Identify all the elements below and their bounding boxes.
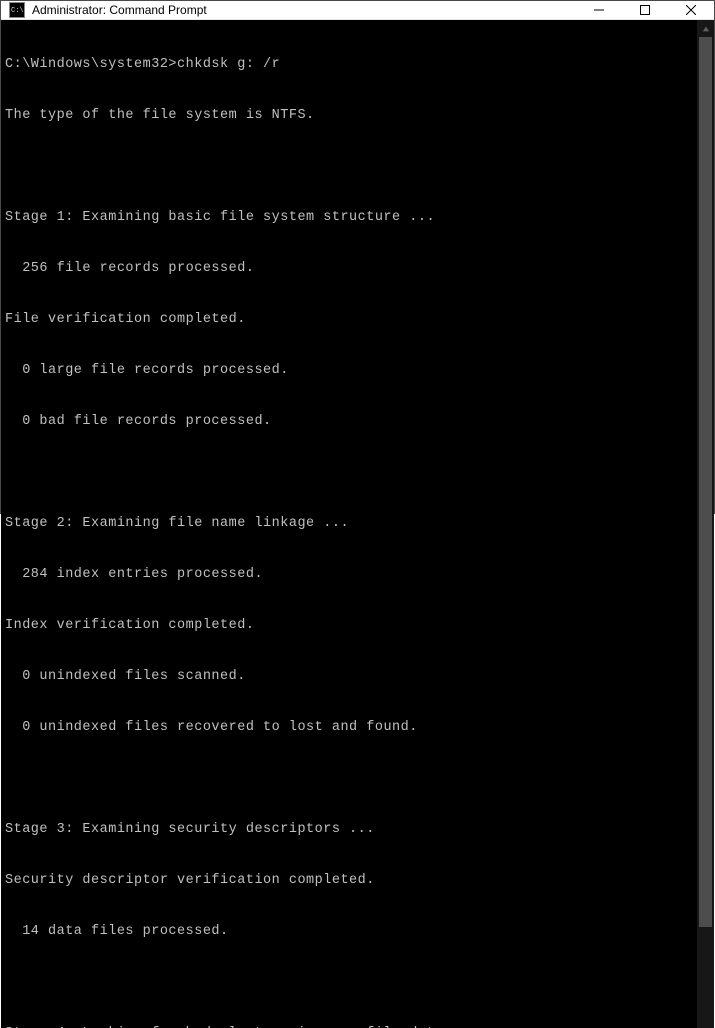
window-title: Administrator: Command Prompt (32, 3, 576, 17)
scroll-up-button[interactable] (697, 20, 714, 37)
close-button[interactable] (668, 1, 714, 19)
output-line (5, 770, 693, 787)
output-line: Index verification completed. (5, 617, 693, 634)
output-line: Stage 1: Examining basic file system str… (5, 209, 693, 226)
window-controls (576, 1, 714, 19)
output-line (5, 158, 693, 175)
cmd-icon: C:\ (8, 1, 26, 19)
output-line: Stage 4: Looking for bad clusters in use… (5, 1025, 693, 1028)
terminal: C:\Windows\system32>chkdsk g: /r The typ… (1, 20, 714, 1028)
prompt-line: C:\Windows\system32>chkdsk g: /r (5, 56, 693, 73)
output-line: Stage 3: Examining security descriptors … (5, 821, 693, 838)
svg-text:C:\: C:\ (11, 7, 24, 15)
output-line: 14 data files processed. (5, 923, 693, 940)
output-line: 0 unindexed files recovered to lost and … (5, 719, 693, 736)
titlebar: C:\ Administrator: Command Prompt (1, 1, 714, 20)
scroll-track[interactable] (697, 37, 714, 1028)
terminal-content[interactable]: C:\Windows\system32>chkdsk g: /r The typ… (1, 20, 697, 1028)
output-line (5, 974, 693, 991)
scroll-thumb[interactable] (699, 37, 712, 927)
output-line: 0 bad file records processed. (5, 413, 693, 430)
scrollbar[interactable] (697, 20, 714, 1028)
output-line: 284 index entries processed. (5, 566, 693, 583)
output-line: Security descriptor verification complet… (5, 872, 693, 889)
maximize-button[interactable] (622, 1, 668, 19)
output-line (5, 464, 693, 481)
output-line: File verification completed. (5, 311, 693, 328)
output-line: Stage 2: Examining file name linkage ... (5, 515, 693, 532)
output-line: 0 unindexed files scanned. (5, 668, 693, 685)
output-line: 256 file records processed. (5, 260, 693, 277)
minimize-button[interactable] (576, 1, 622, 19)
output-line: The type of the file system is NTFS. (5, 107, 693, 124)
output-line: 0 large file records processed. (5, 362, 693, 379)
